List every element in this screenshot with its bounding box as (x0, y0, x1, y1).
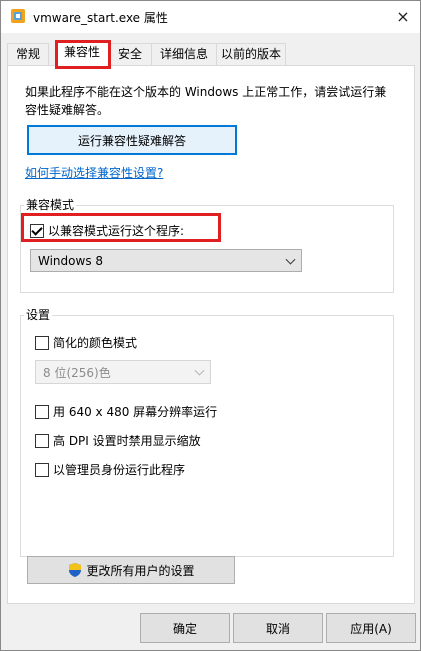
manual-settings-link[interactable]: 如何手动选择兼容性设置? (25, 164, 163, 181)
compat-panel: 如果此程序不能在这个版本的 Windows 上正常工作，请尝试运行兼容性疑难解答… (7, 65, 415, 604)
app-icon (11, 9, 25, 23)
checkbox-icon[interactable] (35, 433, 49, 448)
compat-mode-select[interactable]: Windows 8 (30, 249, 302, 272)
color-depth-select[interactable]: 8 位(256)色 (35, 360, 211, 384)
checkbox-icon[interactable] (35, 404, 49, 419)
checkbox-icon[interactable] (35, 335, 49, 350)
admin-checkbox[interactable]: 以管理员身份运行此程序 (35, 461, 185, 478)
checkbox-highlight-box (21, 213, 221, 242)
title-bar[interactable]: vmware_start.exe 属性 × (1, 1, 420, 33)
checkbox-icon[interactable] (35, 462, 49, 477)
color-depth-value: 8 位(256)色 (43, 365, 111, 380)
properties-window: vmware_start.exe 属性 × 常规 兼容性 安全 详细信息 以前的… (0, 0, 421, 651)
tab-general[interactable]: 常规 (7, 43, 49, 65)
troubleshoot-button[interactable]: 运行兼容性疑难解答 (27, 125, 237, 155)
reduced-color-label: 简化的颜色模式 (53, 336, 138, 350)
shield-icon (69, 563, 82, 577)
ok-button[interactable]: 确定 (140, 613, 230, 643)
chevron-down-icon (285, 254, 296, 265)
cancel-button[interactable]: 取消 (233, 613, 323, 643)
reduced-color-checkbox[interactable]: 简化的颜色模式 (35, 334, 137, 351)
dpi-checkbox[interactable]: 高 DPI 设置时禁用显示缩放 (35, 432, 201, 449)
tab-security[interactable]: 安全 (108, 43, 152, 65)
res-640-checkbox[interactable]: 用 640 x 480 屏幕分辨率运行 (35, 403, 217, 420)
compat-description: 如果此程序不能在这个版本的 Windows 上正常工作，请尝试运行兼容性疑难解答… (25, 85, 387, 117)
close-icon[interactable]: × (386, 1, 420, 31)
admin-label: 以管理员身份运行此程序 (53, 463, 186, 477)
change-all-users-label: 更改所有用户的设置 (86, 563, 195, 578)
tab-details[interactable]: 详细信息 (151, 43, 217, 65)
dpi-label: 高 DPI 设置时禁用显示缩放 (53, 434, 201, 448)
compat-mode-label: 兼容模式 (24, 196, 77, 213)
chevron-down-icon (194, 365, 205, 376)
settings-label: 设置 (24, 306, 53, 323)
res-640-label: 用 640 x 480 屏幕分辨率运行 (53, 405, 218, 419)
window-title: vmware_start.exe 属性 (33, 11, 168, 25)
tab-highlight-box (55, 40, 111, 69)
apply-button[interactable]: 应用(A) (326, 613, 416, 643)
compat-mode-select-value: Windows 8 (38, 253, 104, 268)
change-all-users-button[interactable]: 更改所有用户的设置 (27, 556, 235, 584)
tab-previous-versions[interactable]: 以前的版本 (216, 43, 286, 65)
